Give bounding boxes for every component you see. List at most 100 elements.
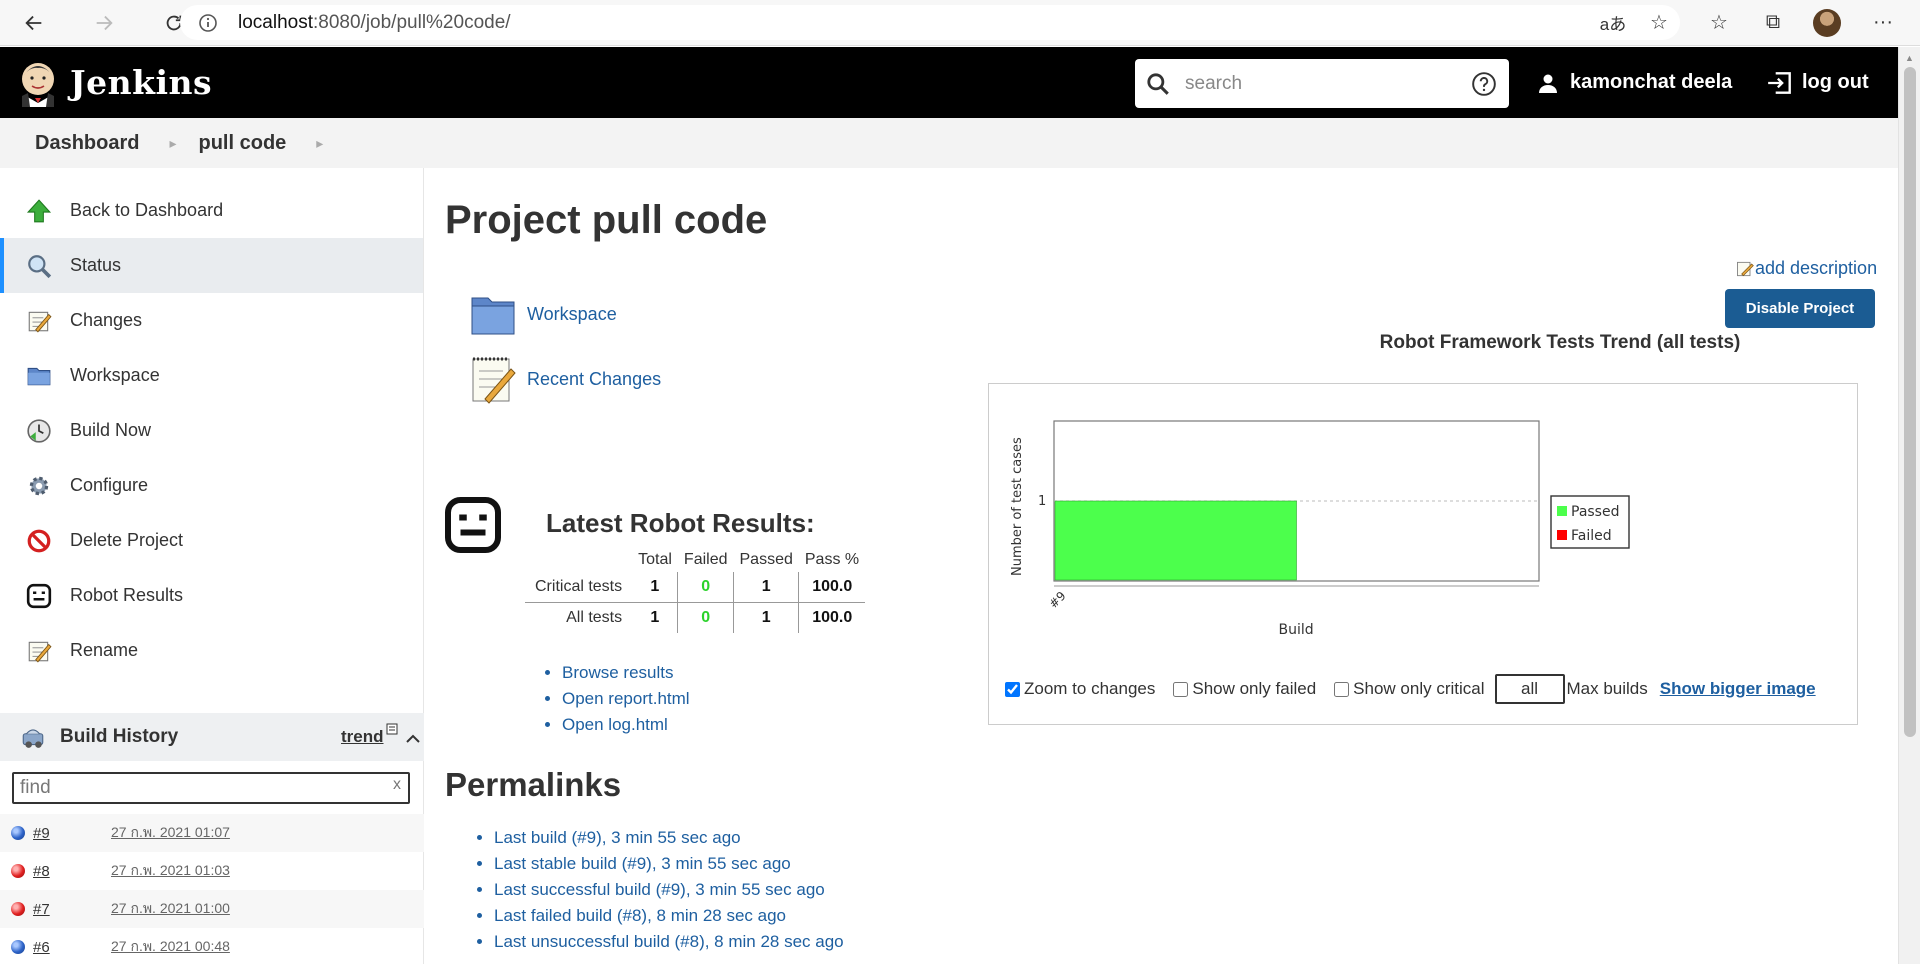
only-critical-label: Show only critical — [1353, 679, 1485, 698]
search-input[interactable] — [1185, 72, 1455, 95]
help-icon[interactable] — [1471, 71, 1497, 97]
profile-avatar[interactable] — [1804, 5, 1850, 40]
logout-link[interactable]: log out — [1766, 47, 1869, 118]
task-back-to-dashboard[interactable]: Back to Dashboard — [0, 183, 423, 238]
build-history-header: Build History trend — [0, 713, 424, 761]
permalink-last-successful[interactable]: Last successful build (#9), 3 min 55 sec… — [494, 880, 844, 900]
brand-name[interactable]: Jenkins — [70, 63, 212, 102]
cell-total: 1 — [632, 572, 678, 603]
breadcrumb-separator-icon[interactable]: ▸ — [316, 135, 323, 152]
show-bigger-image-link[interactable]: Show bigger image — [1660, 679, 1816, 699]
workspace-link[interactable]: Workspace — [467, 290, 617, 338]
build-status-success-icon — [11, 940, 25, 954]
task-label: Configure — [70, 475, 149, 495]
more-menu-icon[interactable]: ··· — [1860, 5, 1906, 40]
task-robot-results[interactable]: Robot Results — [0, 568, 423, 623]
trend-link[interactable]: trend — [341, 727, 384, 747]
task-label: Robot Results — [70, 585, 184, 605]
x-tick-label: #9 — [1046, 589, 1068, 611]
cell-total: 1 — [650, 609, 660, 626]
permalink-last-build[interactable]: Last build (#9), 3 min 55 sec ago — [494, 828, 844, 848]
disable-project-button[interactable]: Disable Project — [1725, 289, 1875, 328]
build-row: #7 27 ก.พ. 2021 01:00 — [0, 890, 424, 928]
recent-changes-link[interactable]: Recent Changes — [467, 353, 661, 405]
user-link[interactable]: kamonchat deela — [1536, 47, 1732, 118]
address-bar[interactable]: localhost:8080/job/pull%20code/ — [180, 5, 1680, 40]
task-delete-project[interactable]: Delete Project — [0, 513, 423, 568]
favorites-list-icon[interactable]: ☆ — [1696, 5, 1742, 40]
page-scrollbar[interactable]: ▲ — [1898, 47, 1920, 964]
build-number-link[interactable]: #9 — [33, 825, 111, 842]
expand-icon[interactable] — [386, 723, 398, 735]
user-name: kamonchat deela — [1570, 71, 1733, 93]
build-filter-input[interactable] — [12, 772, 410, 804]
jenkins-butler-logo[interactable] — [18, 59, 58, 107]
permalink-last-failed[interactable]: Last failed build (#8), 8 min 28 sec ago — [494, 906, 844, 926]
site-info-icon[interactable] — [198, 13, 218, 33]
forward-icon[interactable] — [86, 5, 122, 41]
permalinks-heading: Permalinks — [445, 766, 622, 803]
col-pass-pct: Pass % — [804, 551, 860, 568]
task-label: Status — [70, 255, 122, 275]
cell-failed: 0 — [677, 572, 734, 603]
breadcrumb-separator-icon[interactable]: ▸ — [169, 135, 176, 152]
build-date-link[interactable]: 27 ก.พ. 2021 01:07 — [111, 822, 230, 844]
task-status[interactable]: Status — [0, 238, 423, 293]
zoom-to-changes-checkbox[interactable] — [1005, 681, 1020, 697]
passed-area — [1054, 500, 1297, 581]
browser-toolbar: localhost:8080/job/pull%20code/ aあ ☆ ☆ ⧉… — [0, 0, 1920, 46]
y-axis-title: Number of test cases — [1010, 437, 1025, 576]
main-panel: Project pull code add description Disabl… — [425, 168, 1898, 964]
task-configure[interactable]: Configure — [0, 458, 423, 513]
breadcrumb-dashboard[interactable]: Dashboard — [0, 132, 139, 155]
cell-passed: 1 — [733, 572, 799, 603]
build-number-link[interactable]: #8 — [33, 863, 111, 880]
clear-filter-button[interactable]: x — [393, 776, 401, 794]
permalink-last-unsuccessful[interactable]: Last unsuccessful build (#8), 8 min 28 s… — [494, 932, 844, 952]
task-workspace[interactable]: Workspace — [0, 348, 423, 403]
trend-chart[interactable]: 1 #9 Build Number of test cases Passed Failed — [989, 384, 1859, 664]
task-label: Changes — [70, 310, 143, 330]
build-status-success-icon — [11, 826, 25, 840]
build-row: #8 27 ก.พ. 2021 01:03 — [0, 852, 424, 890]
open-log-link[interactable]: Open log.html — [562, 715, 690, 735]
show-only-failed-checkbox[interactable] — [1173, 681, 1189, 697]
build-date-link[interactable]: 27 ก.พ. 2021 00:48 — [111, 936, 230, 958]
build-date-link[interactable]: 27 ก.พ. 2021 01:00 — [111, 898, 230, 920]
build-status-failed-icon — [11, 864, 25, 878]
read-aloud-icon[interactable]: aあ — [1590, 5, 1636, 40]
build-number-link[interactable]: #7 — [33, 901, 111, 918]
task-rename[interactable]: Rename — [0, 623, 423, 678]
max-builds-input[interactable] — [1494, 674, 1565, 704]
favorite-star-icon[interactable]: ☆ — [1636, 5, 1682, 40]
robot-result-links: Browse results Open report.html Open log… — [562, 663, 690, 741]
notepad-icon — [472, 357, 516, 404]
back-icon[interactable] — [16, 5, 52, 41]
search-icon — [1147, 72, 1169, 95]
breadcrumb-pull-code[interactable]: pull code — [177, 132, 287, 155]
url-path: :8080/job/pull%20code/ — [313, 11, 511, 33]
scroll-up-icon[interactable]: ▲ — [1905, 53, 1914, 63]
task-build-now[interactable]: Build Now — [0, 403, 423, 458]
no-entry-icon — [24, 526, 54, 556]
cell-passed: 1 — [761, 609, 771, 626]
task-changes[interactable]: Changes — [0, 293, 423, 348]
side-panel: Back to Dashboard Status Changes Workspa… — [0, 168, 424, 964]
task-label: Back to Dashboard — [70, 200, 224, 220]
results-row-critical: Critical tests 1 0 1 100.0 — [525, 572, 866, 603]
collapse-chevron-icon[interactable] — [405, 731, 421, 747]
show-only-critical-checkbox[interactable] — [1334, 681, 1350, 697]
browse-results-link[interactable]: Browse results — [562, 663, 690, 683]
task-label: Rename — [70, 640, 139, 660]
collections-icon[interactable]: ⧉ — [1750, 5, 1796, 40]
build-number-link[interactable]: #6 — [33, 939, 111, 956]
x-axis-title: Build — [1279, 622, 1314, 638]
cell-pass-pct: 100.0 — [798, 602, 866, 633]
folder-icon — [24, 361, 54, 391]
add-description-link[interactable]: add description — [1735, 258, 1877, 279]
build-row: #6 27 ก.พ. 2021 00:48 — [0, 928, 424, 966]
build-date-link[interactable]: 27 ก.พ. 2021 01:03 — [111, 860, 230, 882]
scrollbar-thumb[interactable] — [1904, 67, 1916, 737]
open-report-link[interactable]: Open report.html — [562, 689, 690, 709]
permalink-last-stable[interactable]: Last stable build (#9), 3 min 55 sec ago — [494, 854, 844, 874]
